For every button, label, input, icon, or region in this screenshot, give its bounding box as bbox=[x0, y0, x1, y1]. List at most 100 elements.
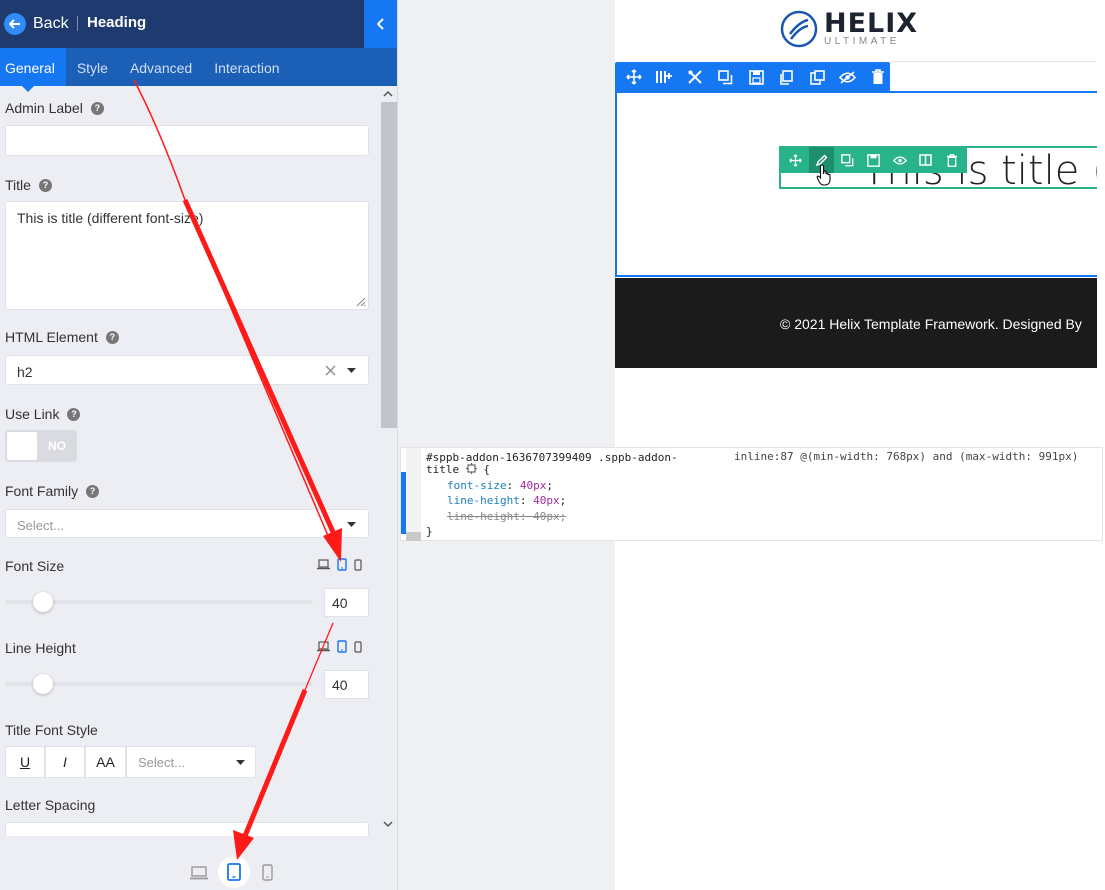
line-height-label: Line Height bbox=[5, 640, 76, 656]
toggle-state: NO bbox=[48, 439, 66, 453]
columns-icon[interactable] bbox=[913, 147, 938, 173]
desktop-icon[interactable] bbox=[317, 641, 330, 652]
add-column-icon[interactable] bbox=[653, 65, 677, 89]
tab-style[interactable]: Style bbox=[66, 48, 119, 86]
title-font-style-label: Title Font Style bbox=[5, 722, 98, 738]
visibility-icon[interactable] bbox=[887, 147, 912, 173]
css-declaration[interactable]: font-size: 40px; bbox=[447, 478, 553, 493]
logo-title: HELIX bbox=[824, 8, 919, 39]
resize-handle-icon[interactable] bbox=[354, 295, 366, 307]
logo-text: HELIX ULTIMATE bbox=[824, 8, 919, 47]
tablet-icon[interactable] bbox=[337, 558, 347, 571]
admin-label-label: Admin Label bbox=[5, 100, 83, 116]
help-icon[interactable]: ? bbox=[38, 178, 52, 192]
use-link-toggle[interactable]: NO bbox=[5, 430, 77, 462]
font-family-row: Font Family ? bbox=[5, 483, 100, 499]
footer-copyright: © 2021 Helix Template Framework. Designe… bbox=[780, 316, 1082, 332]
letter-spacing-label: Letter Spacing bbox=[5, 797, 96, 813]
header-divider bbox=[77, 16, 78, 31]
mobile-icon[interactable] bbox=[262, 864, 273, 881]
device-switcher-footer bbox=[0, 836, 397, 890]
site-footer: © 2021 Helix Template Framework. Designe… bbox=[615, 278, 1097, 368]
collapse-panel-button[interactable] bbox=[364, 0, 397, 48]
line-height-input[interactable]: 40 bbox=[324, 670, 369, 699]
scroll-up-icon[interactable] bbox=[383, 90, 393, 97]
admin-label-input[interactable] bbox=[5, 125, 369, 156]
help-icon[interactable]: ? bbox=[67, 407, 81, 421]
css-source-link[interactable]: inline:87 @(min-width: 768px) and (max-w… bbox=[734, 450, 1078, 463]
delete-icon[interactable] bbox=[939, 147, 964, 173]
visibility-icon[interactable] bbox=[836, 65, 860, 89]
panel-header: Back Heading bbox=[0, 0, 397, 48]
devtools-gutter bbox=[406, 448, 421, 542]
site-logo[interactable]: HELIX ULTIMATE bbox=[780, 10, 918, 48]
duplicate-icon[interactable] bbox=[714, 65, 738, 89]
uppercase-button[interactable]: AA bbox=[85, 746, 126, 778]
slider-handle[interactable] bbox=[33, 674, 53, 694]
title-label: Title bbox=[5, 177, 31, 193]
addon-settings-panel: Back Heading General Style Advanced Inte… bbox=[0, 0, 398, 890]
copy-icon[interactable] bbox=[775, 65, 799, 89]
css-declaration[interactable]: line-height: 40px; bbox=[447, 493, 566, 508]
help-icon[interactable]: ? bbox=[90, 101, 104, 115]
tablet-icon[interactable] bbox=[337, 640, 347, 653]
mobile-icon[interactable] bbox=[354, 558, 362, 571]
desktop-icon[interactable] bbox=[317, 559, 330, 570]
devtools-css-rule: #sppb-addon-1636707399409 .sppb-addon- i… bbox=[400, 447, 1103, 542]
css-close-brace: } bbox=[426, 525, 433, 538]
italic-button[interactable]: I bbox=[45, 746, 85, 778]
line-height-slider[interactable] bbox=[5, 674, 313, 694]
css-declaration-overridden[interactable]: line-height: 40px; bbox=[447, 509, 566, 524]
font-family-placeholder: Select... bbox=[17, 518, 64, 533]
helix-logo-icon bbox=[780, 10, 818, 48]
underline-button[interactable]: U bbox=[5, 746, 45, 778]
back-button[interactable]: Back bbox=[4, 10, 69, 38]
save-icon[interactable] bbox=[861, 147, 886, 173]
html-element-select[interactable]: h2 bbox=[5, 355, 369, 385]
font-family-label: Font Family bbox=[5, 483, 79, 499]
tablet-device-button[interactable] bbox=[218, 856, 250, 888]
help-icon[interactable]: ? bbox=[86, 484, 100, 498]
font-size-input[interactable]: 40 bbox=[324, 588, 369, 617]
gear-icon[interactable] bbox=[465, 463, 477, 474]
html-element-value: h2 bbox=[17, 364, 33, 380]
row-toolbar bbox=[615, 62, 890, 92]
css-selector-line-2: title { bbox=[426, 463, 490, 476]
move-icon[interactable] bbox=[622, 65, 646, 89]
slider-handle[interactable] bbox=[33, 592, 53, 612]
scrollbar-thumb[interactable] bbox=[381, 102, 397, 428]
title-row: Title ? bbox=[5, 177, 52, 193]
mobile-icon[interactable] bbox=[354, 640, 362, 653]
settings-tools-icon[interactable] bbox=[683, 65, 707, 89]
tab-advanced[interactable]: Advanced bbox=[119, 48, 203, 86]
html-element-label: HTML Element bbox=[5, 329, 98, 345]
clear-icon[interactable] bbox=[325, 365, 336, 376]
font-style-group: U I AA Select... bbox=[5, 746, 256, 778]
canvas-background bbox=[398, 0, 616, 890]
font-weight-select[interactable]: Select... bbox=[126, 746, 256, 778]
save-icon[interactable] bbox=[744, 65, 768, 89]
move-icon[interactable] bbox=[783, 147, 808, 173]
font-family-select[interactable]: Select... bbox=[5, 509, 369, 538]
font-size-slider[interactable] bbox=[5, 592, 313, 612]
help-icon[interactable]: ? bbox=[105, 330, 119, 344]
title-textarea-value: This is title (different font-size) bbox=[17, 210, 204, 226]
use-link-label: Use Link bbox=[5, 406, 60, 422]
font-size-device-switch bbox=[317, 558, 362, 571]
toggle-knob bbox=[7, 432, 37, 460]
addon-toolbar bbox=[780, 147, 967, 173]
chevron-left-icon bbox=[377, 18, 384, 30]
font-weight-placeholder: Select... bbox=[138, 754, 185, 770]
desktop-icon[interactable] bbox=[190, 866, 208, 880]
font-size-label: Font Size bbox=[5, 558, 65, 574]
hand-cursor-icon bbox=[816, 164, 831, 186]
tab-general[interactable]: General bbox=[0, 48, 66, 92]
paste-icon[interactable] bbox=[805, 65, 829, 89]
delete-icon[interactable] bbox=[867, 65, 891, 89]
back-arrow-icon bbox=[4, 13, 26, 35]
tab-interaction[interactable]: Interaction bbox=[203, 48, 290, 86]
scroll-down-icon[interactable] bbox=[383, 821, 393, 828]
line-height-device-switch bbox=[317, 640, 362, 653]
title-textarea[interactable]: This is title (different font-size) bbox=[5, 201, 369, 310]
duplicate-icon[interactable] bbox=[835, 147, 860, 173]
